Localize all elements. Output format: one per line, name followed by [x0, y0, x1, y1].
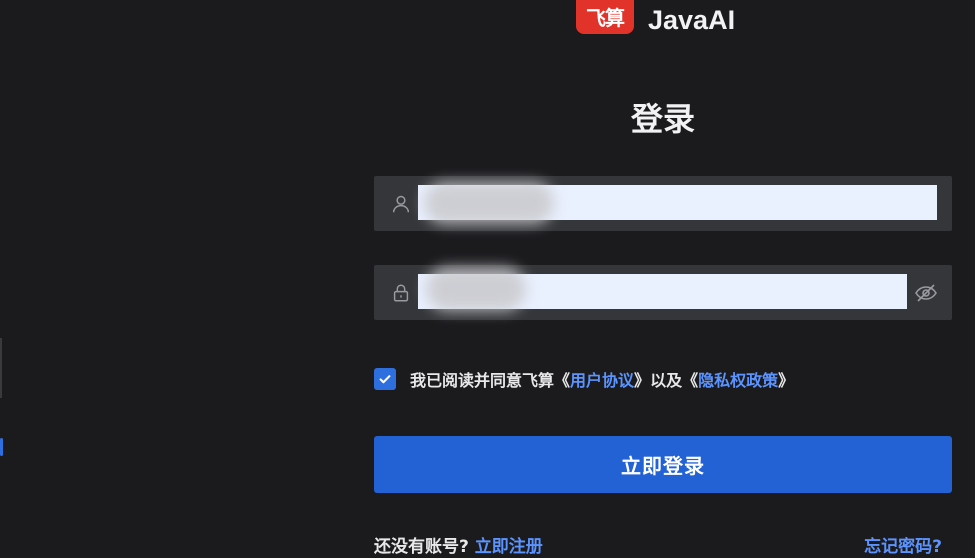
forgot-password-link[interactable]: 忘记密码? [864, 532, 942, 557]
eye-off-icon[interactable] [914, 281, 938, 305]
bottom-links: 还没有账号? 立即注册 忘记密码? [374, 532, 952, 558]
redacted-username-blur [424, 182, 554, 224]
user-agreement-link[interactable]: 用户协议 [570, 367, 634, 391]
brand-badge-text: 飞算 [586, 6, 625, 30]
agreement-bracket-close-1: 》 [634, 371, 651, 390]
username-field [374, 176, 952, 231]
register-prompt: 还没有账号? [374, 537, 469, 557]
brand-badge: 飞算 [576, 0, 634, 34]
agreement-middle: 以及 [650, 371, 683, 390]
agreement-row: 我已阅读并同意飞算 《 用户协议 》 以及 《 隐私权政策 》 [374, 366, 794, 392]
redacted-password-blur [426, 267, 526, 311]
brand-name: JavaAI [648, 4, 736, 35]
privacy-policy-link[interactable]: 隐私权政策 [698, 367, 778, 391]
agreement-bracket-close-2: 》 [778, 371, 795, 390]
page-title: 登录 [630, 100, 695, 138]
agreement-bracket-open-2: 《 [682, 371, 699, 390]
login-button[interactable]: 立即登录 [374, 436, 952, 493]
left-edge-marks [0, 338, 4, 458]
register-row: 还没有账号? 立即注册 [374, 532, 543, 557]
check-icon [379, 375, 391, 384]
agreement-bracket-open-1: 《 [554, 371, 571, 390]
password-field [374, 265, 952, 320]
agreement-checkbox[interactable] [374, 368, 396, 390]
agreement-prefix: 我已阅读并同意飞算 [410, 371, 555, 390]
user-icon [392, 195, 410, 213]
register-link[interactable]: 立即注册 [475, 537, 543, 557]
brand-logo: 飞算 JavaAI [576, 0, 736, 35]
lock-icon [393, 284, 409, 302]
